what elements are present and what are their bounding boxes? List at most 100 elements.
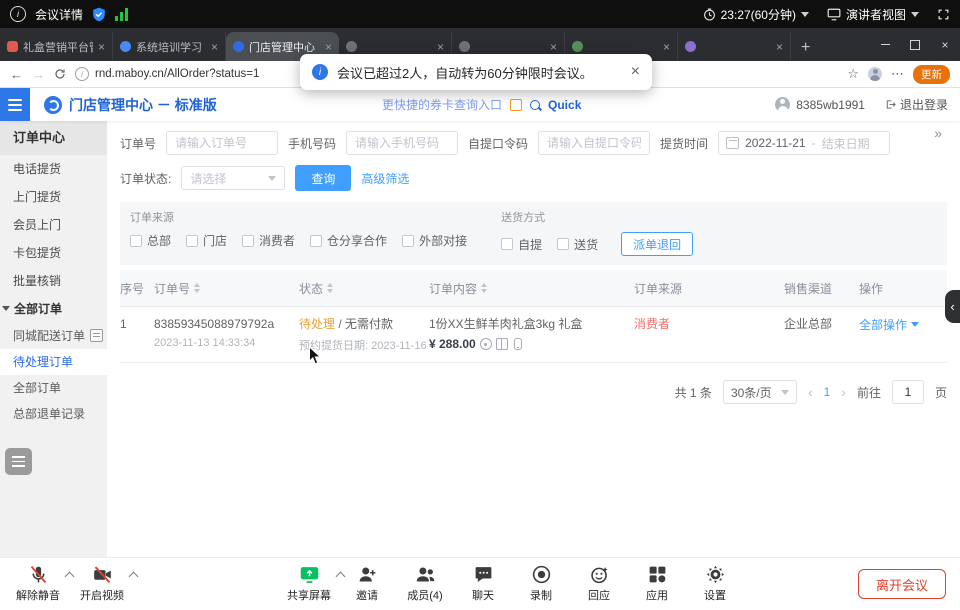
sidebar-item-door-pickup[interactable]: 上门提货 [0, 183, 107, 211]
chat-button[interactable]: 聊天 [459, 564, 507, 603]
sidebar-item-member-visit[interactable]: 会员上门 [0, 211, 107, 239]
members-button[interactable]: 成员(4) [401, 564, 449, 603]
invite-button[interactable]: 邀请 [343, 564, 391, 603]
device-icon[interactable] [514, 338, 522, 350]
checkbox-store[interactable]: 门店 [186, 232, 227, 249]
toast-close-icon[interactable]: × [631, 63, 640, 81]
order-no-input[interactable] [166, 131, 278, 155]
checkbox-consumer[interactable]: 消费者 [242, 232, 295, 249]
row-action-dropdown[interactable]: 全部操作 [859, 316, 947, 333]
row-status-badge: 待处理 [299, 317, 335, 331]
chevron-up-icon[interactable] [129, 572, 139, 582]
meeting-timer[interactable]: 23:27(60分钟) [703, 6, 809, 23]
refresh-icon[interactable] [54, 68, 66, 80]
sort-icon[interactable] [327, 283, 333, 293]
phone-input[interactable] [346, 131, 458, 155]
username-label: 8385wb1991 [796, 98, 865, 112]
settings-button[interactable]: 设置 [691, 564, 739, 603]
next-page-icon[interactable]: › [841, 384, 846, 400]
sidebar-subitem-hq-refund-log[interactable]: 总部退单记录 [0, 401, 107, 427]
timer-icon [703, 8, 716, 21]
gift-icon[interactable] [496, 338, 508, 350]
site-info-icon[interactable]: i [75, 67, 89, 81]
date-range-picker[interactable]: 2022-11-21 - 结束日期 [718, 131, 890, 155]
sidebar-item-batch-verify[interactable]: 批量核销 [0, 267, 107, 295]
checkbox-delivery[interactable]: 送货 [557, 236, 598, 253]
dispatch-return-button[interactable]: 派单退回 [621, 232, 693, 256]
code-input[interactable] [538, 131, 650, 155]
coupon-query-link[interactable]: 更快捷的券卡查询入口 [382, 96, 502, 113]
sidebar-subitem-pending-orders[interactable]: 待处理订单 [0, 349, 107, 375]
new-tab-button[interactable]: + [791, 39, 820, 61]
table-row: 1 83859345088979792a 2023-11-13 14:33:34… [120, 307, 947, 363]
bookmark-star-icon[interactable]: ☆ [847, 66, 859, 82]
camera-off-icon [92, 564, 113, 585]
window-maximize-icon[interactable] [900, 28, 930, 61]
advanced-filter-link[interactable]: 高级筛选 [361, 170, 409, 187]
sidebar-subitem-all-orders[interactable]: 全部订单 [0, 375, 107, 401]
tab-close-icon[interactable]: × [98, 40, 105, 54]
sidebar-item-phone-pickup[interactable]: 电话提货 [0, 155, 107, 183]
view-mode-switch[interactable]: 演讲者视图 [827, 6, 919, 23]
sidebar-group-all-orders[interactable]: 全部订单 [0, 295, 107, 323]
browser-profile-avatar[interactable] [868, 67, 882, 81]
checkbox-icon [557, 238, 569, 250]
share-screen-button[interactable]: 共享屏幕 [285, 564, 333, 603]
checkbox-external[interactable]: 外部对接 [402, 232, 467, 249]
col-header-content[interactable]: 订单内容 [429, 280, 634, 297]
tab-close-icon[interactable]: × [211, 40, 218, 54]
browser-tab[interactable]: 礼盒营销平台管理中心 × [0, 32, 113, 61]
sort-icon[interactable] [194, 283, 200, 293]
tab-close-icon[interactable]: × [325, 40, 332, 54]
quick-search-link[interactable]: Quick [548, 98, 581, 112]
row-channel: 企业总部 [784, 316, 859, 333]
search-button[interactable]: 查询 [295, 165, 351, 191]
sort-icon[interactable] [481, 283, 487, 293]
subnav-list-icon[interactable] [90, 329, 103, 342]
tab-close-icon[interactable]: × [776, 40, 783, 54]
meeting-info-icon[interactable]: i [10, 6, 26, 22]
collapse-panel-icon[interactable]: » [934, 125, 940, 141]
fullscreen-icon[interactable] [937, 8, 950, 21]
goto-page-input[interactable] [892, 380, 924, 404]
tab-close-icon[interactable]: × [663, 40, 670, 54]
checkbox-hq[interactable]: 总部 [130, 232, 171, 249]
chevron-up-icon[interactable] [65, 572, 75, 582]
window-close-icon[interactable]: × [930, 28, 960, 61]
page-size-select[interactable]: 30条/页 [723, 380, 797, 404]
prev-page-icon[interactable]: ‹ [808, 384, 813, 400]
current-page-number[interactable]: 1 [824, 385, 831, 399]
tab-close-icon[interactable]: × [550, 40, 557, 54]
sidebar-item-card-pickup[interactable]: 卡包提货 [0, 239, 107, 267]
col-header-index: 序号 [120, 280, 154, 297]
quick-nav-toggle[interactable] [5, 448, 32, 475]
more-menu-icon[interactable]: ⋯ [891, 66, 904, 82]
user-avatar-icon[interactable] [775, 97, 790, 112]
tab-close-icon[interactable]: × [437, 40, 444, 54]
checkbox-warehouse-coop[interactable]: 仓分享合作 [310, 232, 387, 249]
browser-tab[interactable]: × [678, 32, 791, 61]
remark-icon[interactable] [480, 338, 492, 350]
record-button[interactable]: 录制 [517, 564, 565, 603]
back-icon[interactable]: ← [10, 67, 23, 82]
leave-meeting-button[interactable]: 离开会议 [858, 569, 946, 599]
start-video-button[interactable]: 开启视频 [78, 564, 126, 603]
reaction-icon [589, 564, 610, 585]
col-header-status[interactable]: 状态 [299, 280, 429, 297]
col-header-order-no[interactable]: 订单号 [154, 280, 299, 297]
browser-update-button[interactable]: 更新 [913, 65, 950, 84]
forward-icon[interactable]: → [32, 67, 45, 82]
reaction-button[interactable]: 回应 [575, 564, 623, 603]
checkbox-self-pickup[interactable]: 自提 [501, 236, 542, 253]
chevron-down-icon [801, 12, 809, 17]
logout-button[interactable]: 退出登录 [885, 96, 948, 113]
window-minimize-icon[interactable] [870, 28, 900, 61]
order-status-select[interactable]: 请选择 [181, 166, 285, 190]
edge-panel-toggle[interactable]: ‹ [945, 290, 960, 323]
sidebar-subitem-city-delivery[interactable]: 同城配送订单 [0, 323, 107, 349]
apps-button[interactable]: 应用 [633, 564, 681, 603]
meeting-details-label[interactable]: 会议详情 [35, 6, 83, 23]
unmute-button[interactable]: 解除静音 [14, 564, 62, 603]
browser-tab[interactable]: 系统培训学习 × [113, 32, 226, 61]
hamburger-menu-icon[interactable] [0, 88, 30, 121]
